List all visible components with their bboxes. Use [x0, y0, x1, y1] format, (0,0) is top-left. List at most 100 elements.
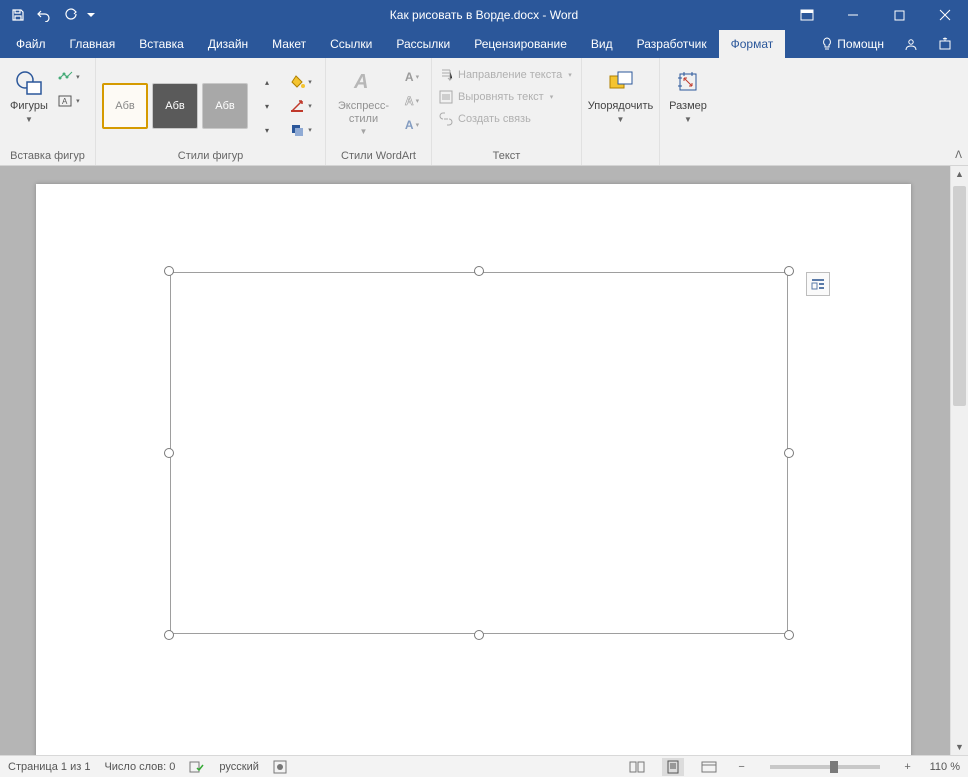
tab-view[interactable]: Вид: [579, 30, 625, 58]
group-text: Направление текста▾ Выровнять текст▾ Соз…: [432, 58, 582, 165]
group-label-size: [666, 160, 710, 165]
text-direction-icon: [438, 67, 454, 83]
group-size: Размер ▼: [660, 58, 716, 165]
group-shape-styles: Абв Абв Абв ▴ ▾ ▾ ▾ ▾ ▾ Стили фигур: [96, 58, 326, 165]
page-indicator[interactable]: Страница 1 из 1: [8, 761, 90, 773]
chevron-down-icon: ▼: [360, 127, 368, 136]
shape-effects-button[interactable]: ▾: [288, 119, 314, 141]
collapse-ribbon-button[interactable]: ᐱ: [955, 150, 962, 161]
document-title: Как рисовать в Ворде.docx - Word: [390, 8, 578, 22]
create-link-button[interactable]: Создать связь: [438, 108, 531, 130]
document-area[interactable]: [0, 166, 950, 755]
undo-button[interactable]: [32, 3, 56, 27]
zoom-slider[interactable]: [770, 765, 880, 769]
svg-text:A: A: [62, 97, 68, 106]
zoom-in-button[interactable]: +: [900, 761, 916, 773]
qat-customize-button[interactable]: [84, 3, 98, 27]
macro-record-icon[interactable]: [273, 760, 287, 774]
link-icon: [438, 111, 454, 127]
resize-handle-br[interactable]: [784, 630, 794, 640]
text-outline-button[interactable]: A▾: [399, 90, 425, 112]
group-label-insert-shapes: Вставка фигур: [6, 148, 89, 165]
style-gallery-down[interactable]: ▾: [254, 95, 280, 117]
share-button[interactable]: [928, 30, 962, 58]
tab-review[interactable]: Рецензирование: [462, 30, 579, 58]
ribbon-tabs: Файл Главная Вставка Дизайн Макет Ссылки…: [0, 30, 968, 58]
read-mode-button[interactable]: [626, 758, 648, 776]
size-icon: [672, 66, 704, 98]
close-button[interactable]: [922, 0, 968, 30]
word-count[interactable]: Число слов: 0: [104, 761, 175, 773]
layout-options-button[interactable]: [806, 272, 830, 296]
align-text-button[interactable]: Выровнять текст▾: [438, 86, 553, 108]
scroll-thumb[interactable]: [953, 186, 966, 406]
shape-style-1[interactable]: Абв: [102, 83, 148, 129]
tab-design[interactable]: Дизайн: [196, 30, 260, 58]
text-fill-button[interactable]: A▾: [399, 66, 425, 88]
scroll-up-button[interactable]: ▲: [951, 166, 968, 182]
lightbulb-icon: [821, 37, 833, 51]
tab-home[interactable]: Главная: [58, 30, 128, 58]
arrange-label: Упорядочить: [588, 100, 653, 113]
resize-handle-tr[interactable]: [784, 266, 794, 276]
vertical-scrollbar[interactable]: ▲ ▼: [950, 166, 968, 755]
selected-shape[interactable]: [164, 266, 794, 640]
page[interactable]: [36, 184, 911, 755]
resize-handle-bm[interactable]: [474, 630, 484, 640]
tab-format[interactable]: Формат: [719, 30, 786, 58]
tell-me-label: Помощн: [837, 37, 884, 51]
zoom-level[interactable]: 110 %: [930, 761, 960, 773]
resize-handle-ml[interactable]: [164, 448, 174, 458]
chevron-down-icon: ▼: [617, 115, 625, 124]
maximize-button[interactable]: [876, 0, 922, 30]
tab-references[interactable]: Ссылки: [318, 30, 384, 58]
shape-style-2[interactable]: Абв: [152, 83, 198, 129]
scroll-down-button[interactable]: ▼: [951, 739, 968, 755]
tell-me-button[interactable]: Помощн: [811, 30, 894, 58]
redo-button[interactable]: [58, 3, 82, 27]
wordart-icon: A: [348, 66, 380, 98]
style-gallery-more[interactable]: ▾: [254, 119, 280, 141]
ribbon: Фигуры ▼ ▾ A▾ Вставка фигур Абв Абв Абв …: [0, 58, 968, 166]
express-styles-button[interactable]: A Экспресс-стили ▼: [332, 64, 395, 138]
text-box-button[interactable]: A▾: [56, 90, 82, 112]
arrange-button[interactable]: Упорядочить ▼: [588, 64, 653, 126]
style-gallery-up[interactable]: ▴: [254, 71, 280, 93]
status-bar: Страница 1 из 1 Число слов: 0 русский − …: [0, 755, 968, 777]
save-button[interactable]: [6, 3, 30, 27]
title-bar: Как рисовать в Ворде.docx - Word: [0, 0, 968, 30]
tab-file[interactable]: Файл: [4, 30, 58, 58]
print-layout-button[interactable]: [662, 758, 684, 776]
text-effects-button[interactable]: A▾: [399, 114, 425, 136]
text-box-shape[interactable]: [170, 272, 788, 634]
web-layout-button[interactable]: [698, 758, 720, 776]
shape-fill-button[interactable]: ▾: [288, 71, 314, 93]
tab-insert[interactable]: Вставка: [127, 30, 196, 58]
shape-outline-button[interactable]: ▾: [288, 95, 314, 117]
text-direction-button[interactable]: Направление текста▾: [438, 64, 572, 86]
resize-handle-mr[interactable]: [784, 448, 794, 458]
resize-handle-bl[interactable]: [164, 630, 174, 640]
spell-check-icon[interactable]: [189, 760, 205, 774]
zoom-slider-knob[interactable]: [830, 761, 838, 773]
size-button[interactable]: Размер ▼: [666, 64, 710, 126]
resize-handle-tm[interactable]: [474, 266, 484, 276]
chevron-down-icon: ▼: [684, 115, 692, 124]
tab-layout[interactable]: Макет: [260, 30, 318, 58]
tab-mailings[interactable]: Рассылки: [384, 30, 462, 58]
arrange-icon: [605, 66, 637, 98]
tab-developer[interactable]: Разработчик: [625, 30, 719, 58]
resize-handle-tl[interactable]: [164, 266, 174, 276]
shape-style-3[interactable]: Абв: [202, 83, 248, 129]
edit-shape-button[interactable]: ▾: [56, 66, 82, 88]
group-label-arrange: [588, 160, 653, 165]
svg-text:A: A: [353, 71, 368, 93]
shapes-button[interactable]: Фигуры ▼: [6, 64, 52, 126]
sign-in-button[interactable]: [894, 30, 928, 58]
group-label-wordart: Стили WordArt: [332, 148, 425, 165]
minimize-button[interactable]: [830, 0, 876, 30]
group-insert-shapes: Фигуры ▼ ▾ A▾ Вставка фигур: [0, 58, 96, 165]
language-indicator[interactable]: русский: [219, 761, 258, 773]
zoom-out-button[interactable]: −: [734, 761, 750, 773]
ribbon-display-options-button[interactable]: [784, 0, 830, 30]
